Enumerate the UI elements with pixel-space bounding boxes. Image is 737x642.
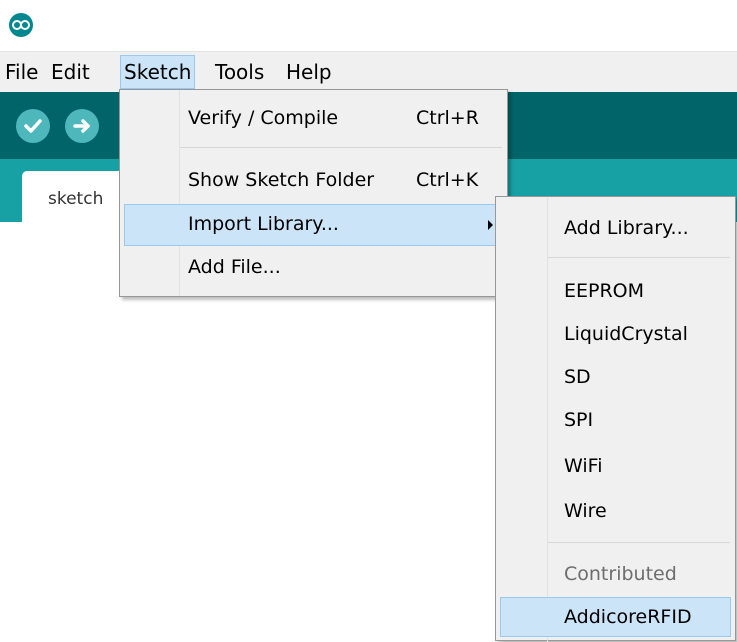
menu-item-add-file[interactable]: Add File... [120,250,507,290]
verify-button[interactable] [16,109,50,143]
menu-item-label: Add File... [188,256,281,278]
sketch-menu: Verify / Compile Ctrl+R Show Sketch Fold… [119,89,508,297]
menu-item-label: Import Library... [188,213,339,235]
menu-item-verify-compile[interactable]: Verify / Compile Ctrl+R [120,99,507,139]
menu-item-label: Verify / Compile [188,107,339,129]
menu-section-label: Contributed [564,563,677,585]
upload-button[interactable] [65,109,99,143]
menu-sketch[interactable]: Sketch [120,55,196,89]
menu-separator [180,147,502,148]
triangle-right-icon [488,220,493,230]
library-item-eeprom[interactable]: EEPROM [496,272,735,312]
menu-bar [0,52,737,92]
library-item-liquidcrystal[interactable]: LiquidCrystal [496,315,735,355]
library-item-wire[interactable]: Wire [496,492,735,532]
menu-item-show-sketch-folder[interactable]: Show Sketch Folder Ctrl+K [120,161,507,201]
menu-item-label: EEPROM [564,280,645,302]
menu-edit[interactable]: Edit [48,55,93,89]
arduino-logo-icon [9,13,33,37]
menu-item-shortcut: Ctrl+R [416,107,479,129]
menu-item-label: Add Library... [564,217,689,239]
menu-separator [548,257,730,258]
menu-item-label: WiFi [564,455,603,477]
arrow-right-icon [73,119,90,133]
menu-help[interactable]: Help [283,55,335,89]
menu-item-label: Show Sketch Folder [188,169,375,191]
library-item-wifi[interactable]: WiFi [496,447,735,487]
menu-item-add-library[interactable]: Add Library... [496,207,735,249]
menu-item-label: Wire [564,500,607,522]
import-library-submenu: Add Library... EEPROM LiquidCrystal SD S… [495,196,736,642]
menu-item-label: SPI [564,409,594,431]
title-bar [0,0,737,52]
menu-item-label: AddicoreRFID [564,606,692,628]
library-item-spi[interactable]: SPI [496,401,735,441]
tab-label: sketch [48,189,104,209]
menu-item-shortcut: Ctrl+K [416,169,479,191]
checkmark-icon [24,119,42,133]
contributed-header: Contributed [496,557,735,597]
menu-tools[interactable]: Tools [212,55,267,89]
menu-item-label: SD [564,366,591,388]
menu-item-label: LiquidCrystal [564,323,688,345]
menu-file[interactable]: File [2,55,41,89]
library-item-addicorerfid[interactable]: AddicoreRFID [500,597,731,637]
menu-separator [548,542,730,543]
menu-item-import-library[interactable]: Import Library... [124,204,503,246]
library-item-sd[interactable]: SD [496,358,735,398]
